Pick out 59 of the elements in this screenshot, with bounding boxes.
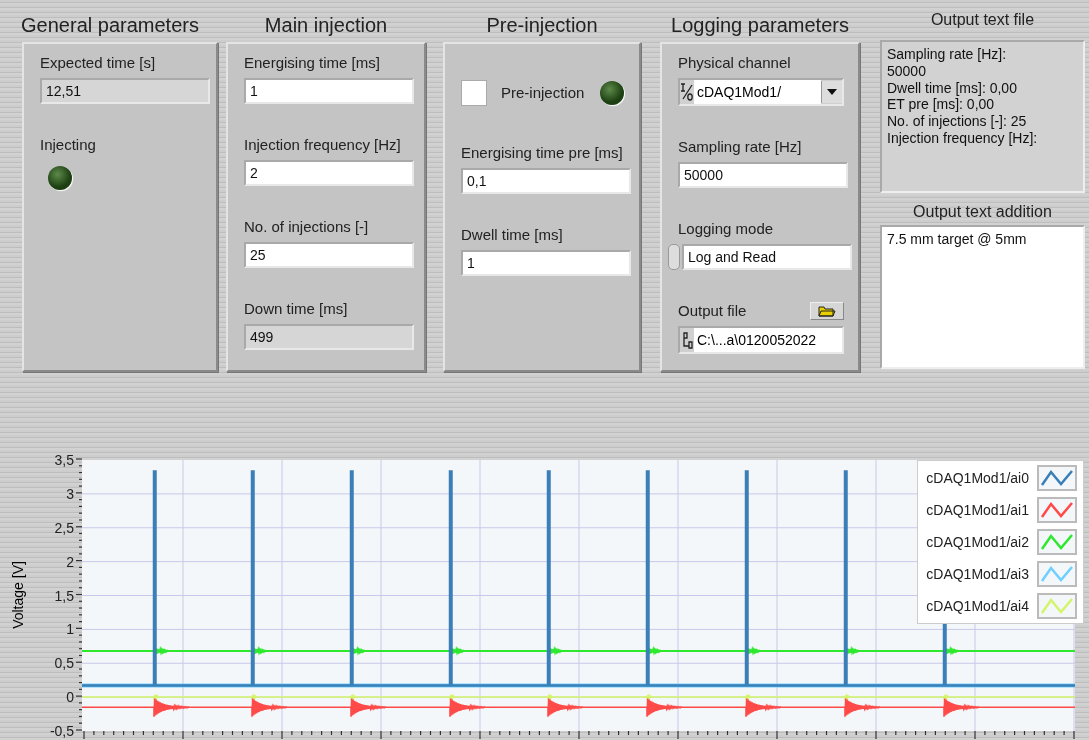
tick-label: -0,5 <box>49 724 74 738</box>
text-area[interactable]: 7.5 mm target @ 5mm <box>880 225 1085 369</box>
input-field[interactable]: 2 <box>244 160 414 186</box>
section-title: Output text addition <box>912 202 1053 222</box>
spinner-arrows[interactable] <box>668 244 680 270</box>
input-field[interactable]: 1 <box>461 250 631 276</box>
readout-field: 499 <box>244 324 414 350</box>
field-label: Physical channel <box>678 54 791 72</box>
section-title: Output text file <box>929 10 1036 30</box>
field-label: Down time [ms] <box>244 300 348 318</box>
section-title: Main injection <box>263 13 389 38</box>
tick-label: 0,5 <box>54 656 74 671</box>
field-label: Expected time [s] <box>40 54 156 72</box>
field-label: Energising time [ms] <box>244 54 380 72</box>
axis-label: Voltage [V] <box>10 561 26 629</box>
line-style-swatch[interactable] <box>1037 529 1077 555</box>
field-label: Injection frequency [Hz] <box>244 136 401 154</box>
legend-label: cDAQ1Mod1/ai4 <box>926 598 1029 614</box>
folder-icon <box>818 305 836 317</box>
section-title: Pre-injection <box>485 13 599 38</box>
tick-label: 2,5 <box>54 520 74 535</box>
legend-label: cDAQ1Mod1/ai3 <box>926 566 1029 582</box>
field-label: Injecting <box>40 136 96 154</box>
line-style-swatch[interactable] <box>1037 561 1077 587</box>
tick-label: 3 <box>66 486 74 501</box>
checkbox-label: Pre-injection <box>501 84 585 102</box>
tick-label: 2 <box>66 554 74 569</box>
legend-label: cDAQ1Mod1/ai1 <box>926 502 1029 518</box>
channel-dropdown[interactable]: cDAQ1Mod1/ <box>678 78 844 106</box>
legend-label: cDAQ1Mod1/ai0 <box>926 470 1029 486</box>
field-label: No. of injections [-] <box>244 218 369 236</box>
path-icon <box>680 330 694 350</box>
text-display: Sampling rate [Hz]: 50000 Dwell time [ms]: 0,00 ET pre [ms]: 0,00 No. of injections [-]: 25 Injection frequency [Hz]: <box>880 40 1085 193</box>
input-field[interactable]: 0,1 <box>461 168 631 194</box>
browse-button[interactable] <box>810 302 844 320</box>
field-label: Sampling rate [Hz] <box>678 138 802 156</box>
io-icon <box>680 82 694 102</box>
input-field[interactable]: 25 <box>244 242 414 268</box>
line-style-swatch[interactable] <box>1037 593 1077 619</box>
tick-label: 1 <box>66 622 74 637</box>
field-label: Logging mode <box>678 220 774 238</box>
tick-label: 0 <box>66 690 74 705</box>
line-style-swatch[interactable] <box>1037 497 1077 523</box>
field-label: Dwell time [ms] <box>461 226 563 244</box>
input-field[interactable]: 1 <box>244 78 414 104</box>
caret-icon <box>827 89 837 95</box>
input-field[interactable]: 50000 <box>678 162 848 188</box>
legend-label: cDAQ1Mod1/ai2 <box>926 534 1029 550</box>
tick-label: 1,5 <box>54 588 74 603</box>
mode-selector[interactable]: Log and Read <box>682 244 852 270</box>
readout-field: 12,51 <box>40 78 210 104</box>
path-field[interactable]: C:\...a\0120052022 <box>678 326 844 354</box>
field-label: Output file <box>678 302 747 320</box>
line-style-swatch[interactable] <box>1037 465 1077 491</box>
field-label: Energising time pre [ms] <box>461 144 623 162</box>
tick-label: 3,5 <box>54 453 74 467</box>
section-title: Logging parameters <box>670 13 850 38</box>
section-title: General parameters <box>20 13 200 38</box>
checkbox[interactable] <box>461 80 487 106</box>
